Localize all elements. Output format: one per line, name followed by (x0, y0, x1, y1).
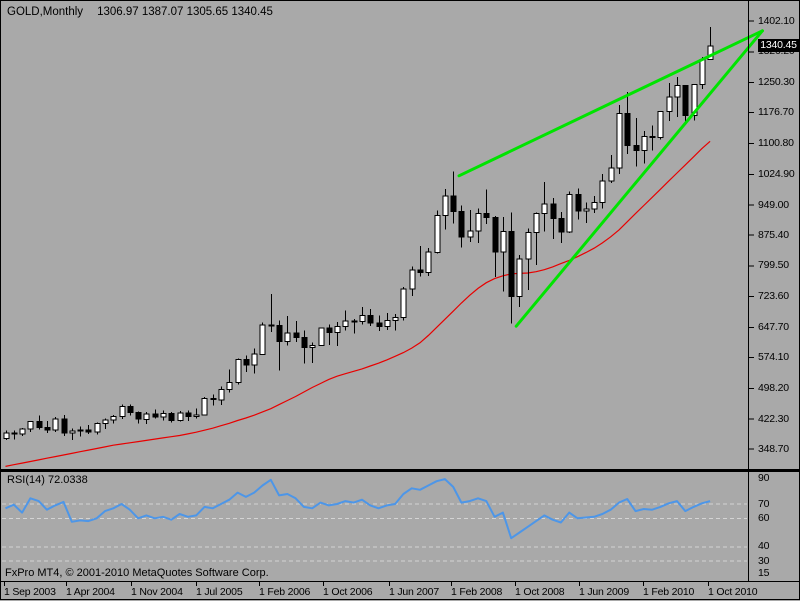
candle (152, 409, 159, 419)
candle (193, 408, 200, 419)
candle (599, 174, 606, 209)
candle (492, 216, 499, 277)
candle (293, 320, 300, 342)
candle (94, 422, 101, 435)
candle (367, 309, 374, 326)
candle (284, 316, 291, 346)
candle (318, 327, 325, 347)
candle (235, 358, 242, 385)
trendline-upper[interactable] (457, 29, 764, 178)
candle (119, 404, 126, 419)
candle (633, 118, 640, 167)
time-axis[interactable] (1, 581, 800, 601)
chart-header: GOLD,Monthly 1306.97 1387.07 1305.65 1340… (7, 6, 273, 18)
candle (458, 205, 465, 248)
candle (226, 369, 233, 393)
candle (77, 426, 84, 437)
candle (243, 355, 250, 373)
price-axis[interactable] (748, 1, 800, 581)
candle (649, 125, 656, 151)
candle (135, 411, 142, 424)
candle (533, 212, 540, 266)
candle (218, 386, 225, 405)
candle (608, 155, 615, 184)
candle (591, 195, 598, 213)
candle (301, 330, 308, 364)
ohlc-values: 1306.97 1387.07 1305.65 1340.45 (97, 6, 273, 18)
candle (450, 171, 457, 224)
candle (641, 131, 648, 164)
candle (575, 188, 582, 220)
candle (342, 310, 349, 331)
candle (11, 430, 18, 440)
candle (36, 415, 43, 430)
candle (351, 318, 358, 334)
candle (19, 428, 26, 436)
candle (417, 246, 424, 277)
candle (425, 248, 432, 276)
candle (3, 430, 10, 440)
candle (359, 307, 366, 325)
candle (160, 410, 167, 421)
candle (210, 394, 217, 406)
candle (442, 188, 449, 230)
candle (168, 411, 175, 423)
candle (259, 322, 266, 355)
candle (376, 315, 383, 332)
candle (61, 414, 68, 436)
chart-canvas[interactable] (1, 1, 800, 601)
candle (616, 105, 623, 175)
candle (69, 428, 76, 440)
candle (516, 255, 523, 308)
candle (500, 216, 507, 292)
candle (666, 83, 673, 121)
candle (52, 417, 59, 433)
candle (558, 212, 565, 243)
candle (143, 411, 150, 425)
candle (434, 210, 441, 254)
candle (550, 198, 557, 240)
candle (508, 212, 515, 324)
candle (541, 181, 548, 232)
candle (177, 411, 184, 422)
candle (566, 191, 573, 234)
candle (657, 110, 664, 140)
candle (185, 410, 192, 421)
candle (392, 314, 399, 331)
candle (467, 210, 474, 243)
candle (102, 418, 109, 429)
candle (384, 312, 391, 330)
window-separator[interactable] (1, 469, 800, 472)
candle (483, 189, 490, 224)
candle (127, 404, 134, 416)
candle (110, 414, 117, 424)
candle (27, 421, 34, 432)
rsi-line (5, 478, 711, 540)
candle (409, 266, 416, 297)
chart-window: 1402.101326.201250.301176.701100.801024.… (0, 0, 800, 600)
candle (44, 420, 51, 433)
symbol-period-label: GOLD,Monthly (7, 6, 84, 18)
candle (326, 324, 333, 345)
copyright-text: FxPro MT4, © 2001-2010 MetaQuotes Softwa… (5, 567, 269, 579)
candle (251, 348, 258, 374)
candle (674, 77, 681, 117)
rsi-indicator-label: RSI(14) 72.0338 (7, 474, 88, 486)
trendline-lower[interactable] (514, 29, 764, 328)
candle (309, 342, 316, 364)
candle (276, 320, 283, 371)
candle (682, 84, 689, 122)
candle (525, 228, 532, 290)
candle (699, 57, 706, 89)
candle (268, 294, 275, 332)
candle (334, 322, 341, 347)
candle (201, 396, 208, 416)
current-price-box: 1340.45 (758, 39, 799, 52)
candle (475, 208, 482, 243)
candlesticks (3, 27, 714, 440)
candle (85, 424, 92, 434)
candle (583, 202, 590, 223)
candle (624, 92, 631, 154)
candle (400, 287, 407, 321)
